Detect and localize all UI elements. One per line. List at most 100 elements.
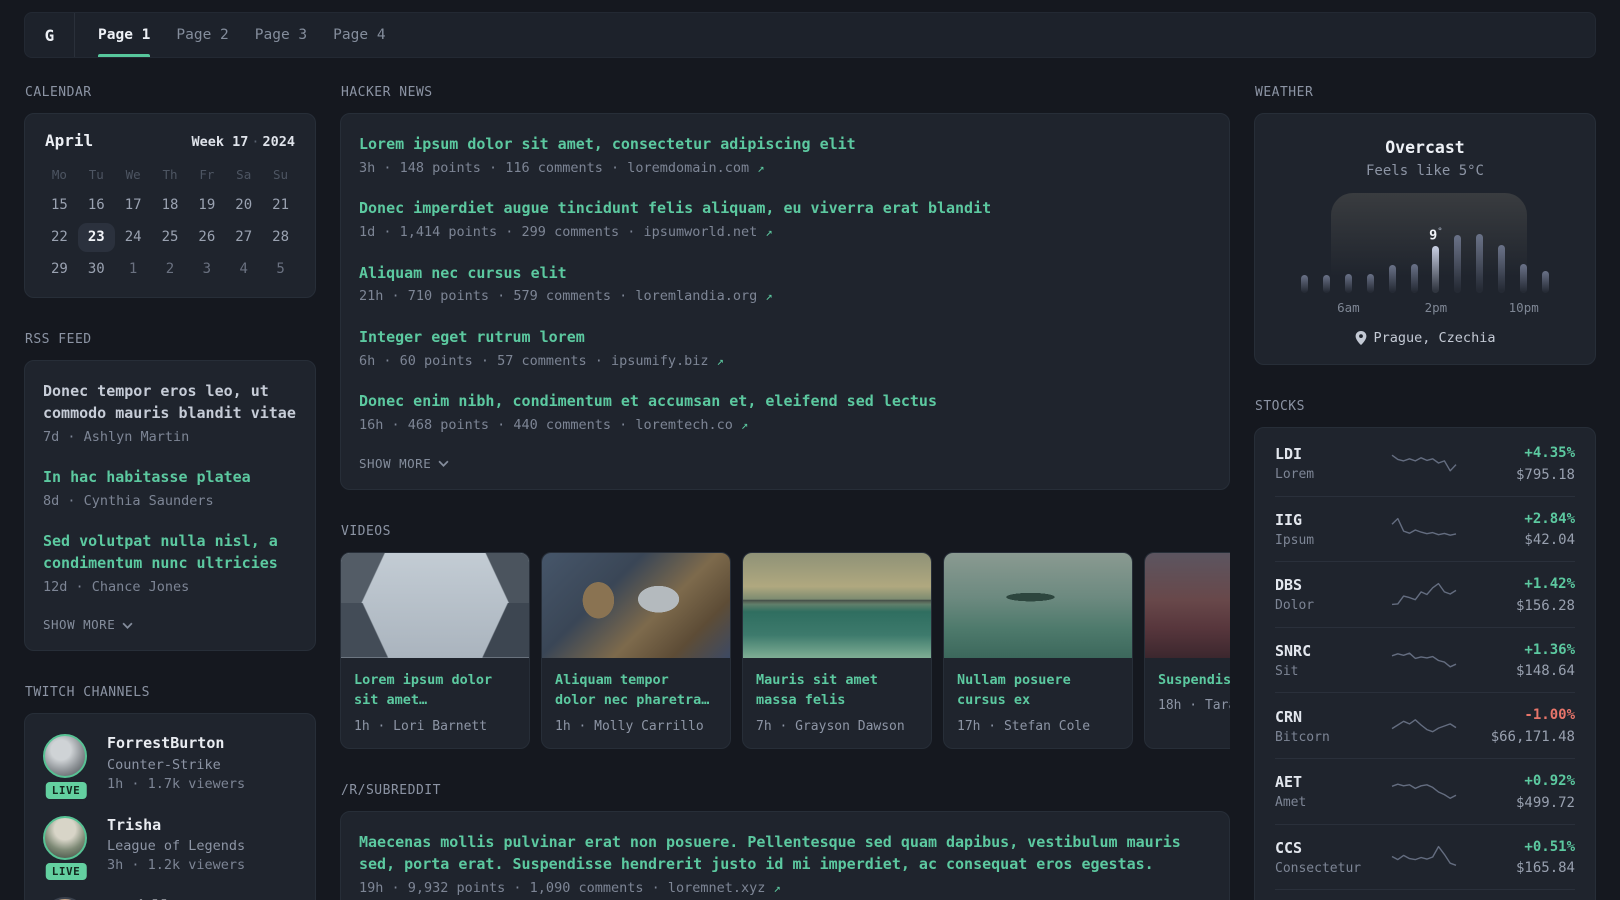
stock-row[interactable]: CCS Consectetur +0.51% $165.84: [1275, 823, 1575, 890]
calendar-day: 17: [124, 197, 142, 213]
twitch-channel-row[interactable]: LIVE ForrestBurton Counter-Strike 1h · 1.7k…: [43, 734, 297, 801]
video-title[interactable]: Nullam posuere cursus ex: [957, 670, 1119, 712]
calendar-day: 26: [198, 229, 216, 245]
video-title[interactable]: Lorem ipsum dolor sit amet consectetu…: [354, 670, 516, 712]
calendar-card: April Week 17 · 2024 Mo Tu We Th Fr Sa Su 15 16 17 1…: [24, 113, 316, 298]
location-pin-icon: [1355, 331, 1366, 345]
stock-row[interactable]: AHS+0.46%: [1275, 889, 1575, 900]
dashboard-grid: CALENDAR April Week 17 · 2024 Mo Tu We Th Fr Sa…: [0, 85, 1620, 900]
calendar-header: April Week 17 · 2024: [45, 131, 295, 150]
video-card[interactable]: Suspendisse diam 18h · Tara: [1144, 551, 1230, 750]
section-title-rss: RSS FEED: [25, 332, 92, 347]
hackernews-item-domain[interactable]: loremtech.co: [635, 417, 741, 433]
hackernews-item-stats: 6h · 60 points · 57 comments ·: [359, 352, 611, 369]
hackernews-item-domain[interactable]: ipsumworld.net: [643, 224, 765, 240]
video-title[interactable]: Suspendisse diam: [1158, 670, 1230, 691]
stock-change: +4.35%: [1524, 445, 1575, 461]
stock-symbol: AET: [1275, 773, 1303, 792]
stock-change: +2.84%: [1524, 510, 1575, 527]
dashboard-page: G Page 1 Page 2 Page 3 Page 4 CALENDAR Apri…: [0, 0, 1620, 900]
hackernews-item: Donec imperdiet augue tincidunt felis al…: [359, 198, 1211, 242]
stock-row[interactable]: SNRC Sit +1.36% $148.64: [1275, 626, 1575, 693]
hackernews-item-title[interactable]: Lorem ipsum dolor sit amet, consectetur …: [359, 134, 1211, 156]
tab-page-1[interactable]: Page 1: [85, 13, 163, 57]
stock-sparkline: [1391, 718, 1457, 733]
weather-bars: 9°: [1301, 227, 1549, 293]
weather-location-label: Prague, Czechia: [1373, 330, 1496, 346]
video-card-body: Mauris sit amet massa felis 7h · Grayson …: [743, 658, 931, 749]
calendar-day: 2: [165, 261, 175, 277]
rss-item-title[interactable]: Donec tempor eros leo, ut commodo mauris…: [43, 381, 297, 425]
stock-row[interactable]: CRN Bitcorn -1.00% $66,171.48: [1275, 692, 1575, 758]
subreddit-post-domain[interactable]: loremnet.xyz: [668, 880, 774, 896]
stock-price: $42.04: [1524, 532, 1575, 549]
tab-page-4[interactable]: Page 4: [320, 13, 398, 57]
calendar-weekday-label: Mo: [51, 167, 67, 182]
video-thumbnail-camera: [542, 552, 730, 658]
stock-quote: +2.84% $42.04: [1471, 510, 1575, 549]
stock-row[interactable]: AET Amet +0.92% $499.72: [1275, 757, 1575, 824]
tab-page-3[interactable]: Page 3: [242, 13, 320, 57]
stock-price: $148.64: [1515, 663, 1575, 680]
hackernews-widget: HACKER NEWS Lorem ipsum dolor sit amet, …: [340, 85, 1230, 490]
rss-item-title[interactable]: Sed volutpat nulla nisl, a condimentum n…: [43, 531, 297, 575]
external-link-icon: ↗: [765, 225, 773, 240]
hackernews-item-domain[interactable]: loremlandia.org: [635, 288, 765, 304]
hackernews-item-title[interactable]: Donec imperdiet augue tincidunt felis al…: [359, 198, 1211, 220]
subreddit-post: Maecenas mollis pulvinar erat non posuer…: [359, 832, 1211, 898]
stock-row[interactable]: IIG Ipsum +2.84% $42.04: [1275, 495, 1575, 562]
weather-bar: [1476, 234, 1484, 293]
calendar-day-selected: 23: [77, 223, 115, 252]
hackernews-item-domain[interactable]: ipsumify.biz: [611, 353, 717, 369]
twitch-channel-category: League of Legends: [107, 838, 246, 855]
weather-current-temp: 9°: [1429, 226, 1443, 244]
video-card-body: Suspendisse diam 18h · Tara: [1145, 658, 1230, 728]
subreddit-card: Maecenas mollis pulvinar erat non posuer…: [340, 811, 1230, 900]
video-card[interactable]: Aliquam tempor dolor nec pharetra… 1h · M…: [541, 551, 731, 750]
weather-condition: Overcast: [1385, 138, 1465, 157]
stock-price: $156.28: [1515, 597, 1575, 614]
stock-name: Dolor: [1275, 598, 1315, 614]
hackernews-item-title[interactable]: Aliquam nec cursus elit: [359, 263, 1211, 285]
subreddit-post-title[interactable]: Maecenas mollis pulvinar erat non posuer…: [359, 832, 1211, 876]
calendar-day: 29: [50, 261, 68, 277]
hackernews-item-title[interactable]: Donec enim nibh, condimentum et accumsan…: [359, 391, 1211, 413]
hackernews-item-stats: 3h · 148 points · 116 comments ·: [359, 159, 628, 176]
calendar-day: 21: [272, 197, 289, 213]
hackernews-item-meta: 1d · 1,414 points · 299 comments · ipsum…: [359, 223, 1211, 243]
video-title[interactable]: Aliquam tempor dolor nec pharetra…: [555, 670, 717, 712]
left-column: CALENDAR April Week 17 · 2024 Mo Tu We Th Fr Sa…: [24, 85, 316, 900]
twitch-channel-info: ForrestBurton Counter-Strike 1h · 1.7k vie…: [107, 734, 245, 792]
stock-identity: LDI Lorem: [1275, 444, 1381, 482]
stock-row[interactable]: DBS Dolor +1.42% $156.28: [1275, 561, 1575, 627]
video-meta: 1h · Lori Barnett: [354, 719, 488, 735]
stock-quote: +0.92% $499.72: [1471, 772, 1575, 811]
hackernews-item-title[interactable]: Integer eget rutrum lorem: [359, 327, 1211, 349]
stock-row[interactable]: LDI Lorem +4.35% $795.18: [1275, 431, 1575, 496]
weather-hourly-chart: 9° 6am 2pm 10pm: [1301, 193, 1549, 315]
rss-show-more-button[interactable]: SHOW MORE: [43, 617, 297, 632]
subreddit-post-meta: 19h · 9,932 points · 1,090 comments · lo…: [359, 879, 1211, 899]
section-title-videos: VIDEOS: [341, 523, 391, 539]
calendar-day: 18: [161, 197, 179, 213]
twitch-channel-row[interactable]: LIVE Trisha League of Legends 3h · 1.2k vie…: [43, 815, 297, 883]
video-card[interactable]: Lorem ipsum dolor sit amet consectetu… 1h…: [340, 551, 530, 750]
calendar-month-label: April: [45, 131, 94, 150]
app-logo[interactable]: G: [25, 13, 75, 57]
video-title[interactable]: Mauris sit amet massa felis: [756, 670, 918, 712]
hackernews-item-domain[interactable]: loremdomain.com: [627, 160, 757, 176]
rss-item-title[interactable]: In hac habitasse platea: [43, 467, 297, 489]
hackernews-show-more-button[interactable]: SHOW MORE: [359, 456, 1211, 471]
video-card[interactable]: Nullam posuere cursus ex 17h · Stefan Col…: [943, 551, 1133, 750]
stock-quote: +0.51% $165.84: [1471, 838, 1575, 877]
stock-name: Bitcorn: [1275, 729, 1330, 745]
video-meta: 17h · Stefan Cole: [957, 719, 1091, 735]
calendar-day: 1: [128, 261, 138, 277]
stock-identity: SNRC Sit: [1275, 641, 1381, 679]
tab-page-2[interactable]: Page 2: [163, 13, 241, 57]
video-card[interactable]: Mauris sit amet massa felis 7h · Grayson …: [742, 551, 932, 750]
weather-bar: [1366, 274, 1374, 293]
stock-name: Lorem: [1275, 467, 1315, 483]
calendar-day: 27: [235, 229, 253, 245]
weather-bar-current: 9°: [1429, 227, 1443, 293]
